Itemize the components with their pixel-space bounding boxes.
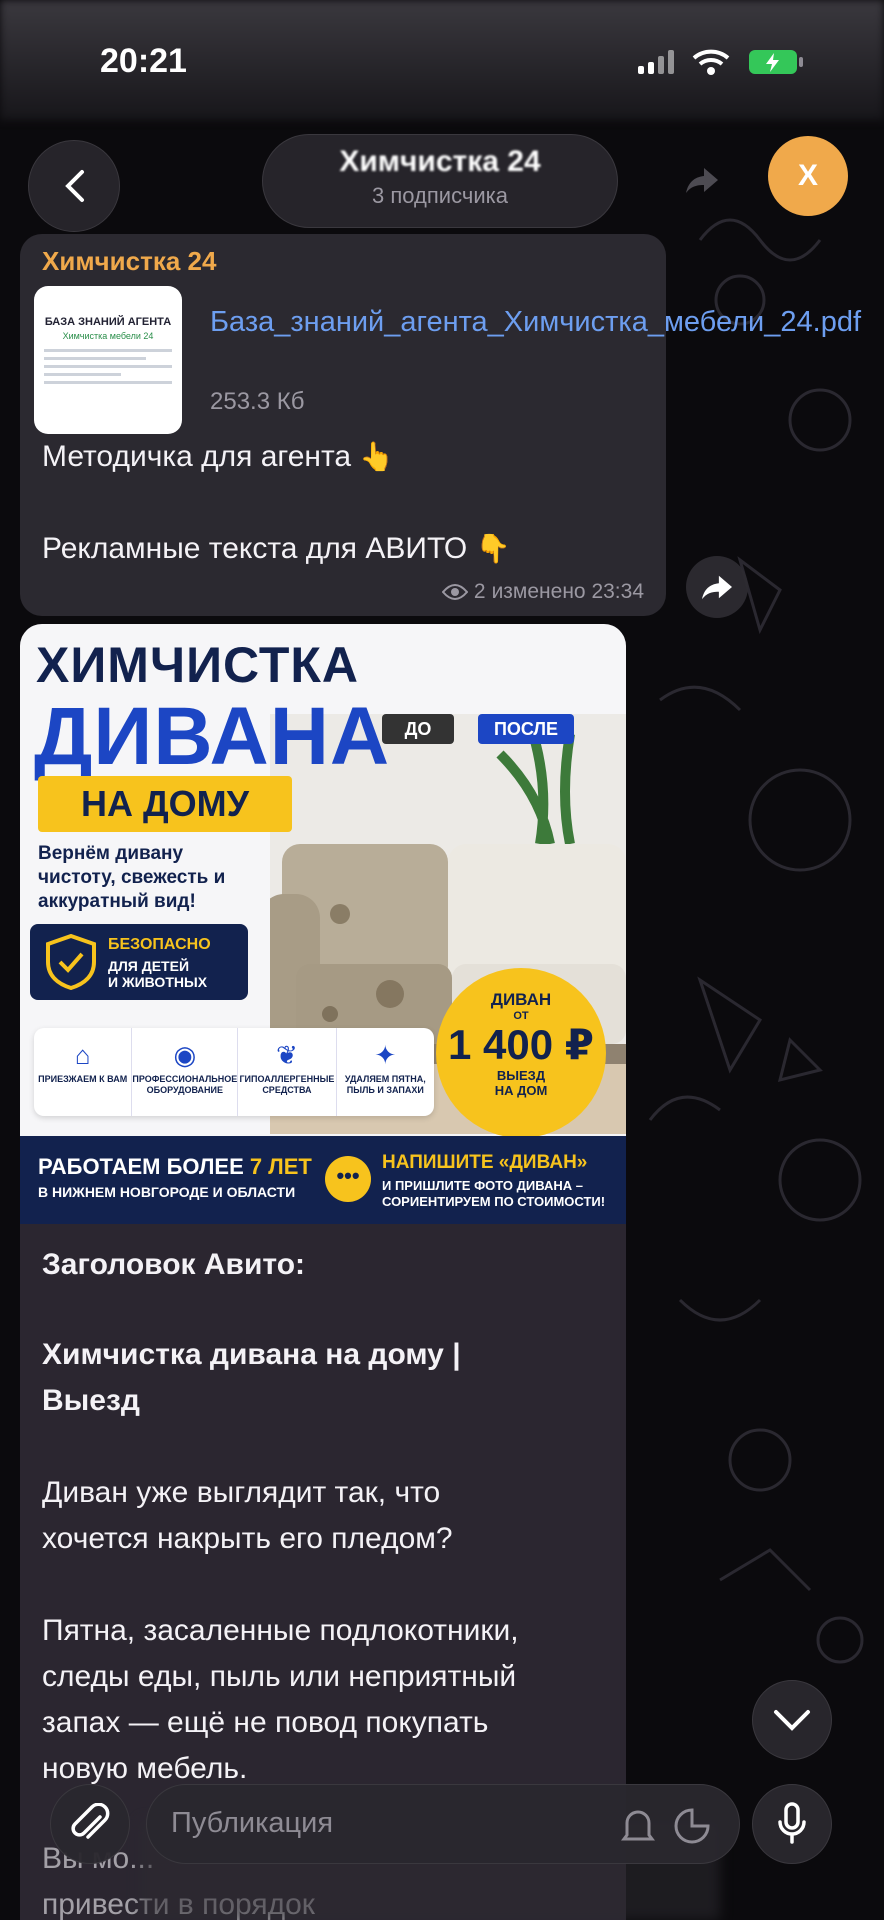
ad-heading: Заголовок Авито: xyxy=(42,1248,306,1281)
feature-label: УДАЛЯЕМ ПЯТНА, ПЫЛЬ И ЗАПАХИ xyxy=(344,1074,426,1095)
thumb-title: БАЗА ЗНАНИЙ АГЕНТА xyxy=(44,316,172,328)
chat-header: Химчистка 24 3 подписчика Х xyxy=(0,120,884,232)
file-size: 253.3 Кб xyxy=(210,388,305,415)
safe-line-2b: И ЖИВОТНЫХ xyxy=(108,974,208,990)
line-2-text: Рекламные текста для АВИТО xyxy=(42,532,468,565)
channel-avatar[interactable]: Х xyxy=(768,136,848,216)
footer-cta-note-1: И ПРИШЛИТЕ ФОТО ДИВАНА – xyxy=(382,1178,583,1193)
chevron-down-icon xyxy=(774,1710,810,1731)
edited-time: изменено 23:34 xyxy=(491,580,644,603)
safe-line-2a: ДЛЯ ДЕТЕЙ xyxy=(108,958,190,974)
message-meta: 2 изменено 23:34 xyxy=(441,580,644,604)
footer-cta: НАПИШИТЕ «ДИВАН» xyxy=(382,1152,588,1173)
eye-icon xyxy=(441,584,468,600)
ad-banner-image[interactable]: ХИМЧИСТКА ДИВАНА НА ДОМУ ДО ПОСЛЕ Вернём… xyxy=(20,624,626,1224)
pdf-thumbnail[interactable]: БАЗА ЗНАНИЙ АГЕНТА Химчистка мебели 24 xyxy=(34,286,182,434)
before-tag: ДО xyxy=(382,714,454,744)
footer-years: РАБОТАЕМ БОЛЕЕ 7 ЛЕТ xyxy=(38,1154,312,1180)
status-time: 20:21 xyxy=(100,42,187,80)
ad-paragraph-1-line-1: Диван уже выглядит так, что xyxy=(42,1476,441,1509)
chevron-left-icon xyxy=(65,170,84,202)
signal-icon xyxy=(638,50,674,74)
feature-label: ПРИЕЗЖАЕМ К ВАМ xyxy=(38,1074,128,1084)
banner-subtitle: Вернём дивану чистоту, свежесть и аккура… xyxy=(38,843,226,912)
bell-icon[interactable] xyxy=(621,1807,655,1845)
share-icon xyxy=(684,164,720,201)
back-button[interactable] xyxy=(28,140,120,232)
message-bubble-file: Химчистка 24 БАЗА ЗНАНИЙ АГЕНТА Химчистк… xyxy=(20,234,861,616)
forward-button[interactable] xyxy=(686,556,748,618)
battery-charging-icon xyxy=(749,50,803,74)
footer-region: В НИЖНЕМ НОВГОРОДЕ И ОБЛАСТИ xyxy=(38,1184,296,1200)
chat-bubble-icon: ••• xyxy=(325,1156,371,1202)
banner-badge: НА ДОМУ xyxy=(38,776,292,832)
home-icon: ⌂ xyxy=(74,1039,91,1070)
ad-paragraph-1-line-2: хочется накрыть его пледом? xyxy=(42,1522,453,1555)
banner-headline-2: ДИВАНА xyxy=(34,691,391,782)
footer-years-text: РАБОТАЕМ БОЛЕЕ xyxy=(38,1154,244,1179)
file-name-link[interactable]: База_знаний_агента_Химчистка_мебели_24.p… xyxy=(210,302,861,342)
feature-item: ⌂ ПРИЕЗЖАЕМ К ВАМ xyxy=(34,1028,133,1116)
voice-button[interactable] xyxy=(752,1784,832,1864)
message-line-1: Методичка для агента 👆 xyxy=(42,440,394,474)
feature-item: ◉ ПРОФЕССИОНАЛЬНОЕ ОБОРУДОВАНИЕ xyxy=(132,1028,239,1116)
ad-paragraph-2-line-3: запах — ещё не повод покупать xyxy=(42,1706,489,1739)
scroll-down-button[interactable] xyxy=(752,1680,832,1760)
vacuum-icon: ◉ xyxy=(173,1039,197,1070)
paperclip-icon xyxy=(71,1803,110,1839)
sticker-icon[interactable] xyxy=(673,1807,711,1845)
message-sender: Химчистка 24 xyxy=(42,246,217,276)
feature-label: ГИПОАЛЛЕРГЕННЫЕ СРЕДСТВА xyxy=(239,1074,335,1095)
sparkle-icon: ✦ xyxy=(374,1039,397,1070)
channel-title: Химчистка 24 xyxy=(339,145,541,178)
price-value: 1 400 ₽ xyxy=(448,1021,594,1068)
footer-cta-note-2: СОРИЕНТИРУЕМ ПО СТОИМОСТИ! xyxy=(382,1194,606,1209)
message-bubble-ad: ХИМЧИСТКА ДИВАНА НА ДОМУ ДО ПОСЛЕ Вернём… xyxy=(20,624,626,1920)
status-bar: 20:21 xyxy=(0,0,884,120)
safe-badge: БЕЗОПАСНО ДЛЯ ДЕТЕЙ И ЖИВОТНЫХ xyxy=(30,924,248,1000)
features-row: ⌂ ПРИЕЗЖАЕМ К ВАМ ◉ ПРОФЕССИОНАЛЬНОЕ ОБО… xyxy=(34,1028,434,1116)
microphone-icon xyxy=(778,1802,806,1844)
composer-bar: Публикация xyxy=(0,1760,884,1920)
wifi-icon xyxy=(692,49,730,75)
line-1-text: Методичка для агента xyxy=(42,440,352,473)
banner-footer: РАБОТАЕМ БОЛЕЕ 7 ЛЕТ В НИЖНЕМ НОВГОРОДЕ … xyxy=(20,1136,626,1224)
ad-paragraph-2-line-2: следы еды, пыль или неприятный xyxy=(42,1660,517,1693)
price-title: ДИВАН xyxy=(490,990,552,1009)
point-up-emoji: 👆 xyxy=(359,441,395,472)
after-tag: ПОСЛЕ xyxy=(478,714,574,744)
safe-line-1: БЕЗОПАСНО xyxy=(108,936,211,953)
price-note-1: ВЫЕЗД xyxy=(496,1068,546,1083)
footer-cta-note: И ПРИШЛИТЕ ФОТО ДИВАНА – СОРИЕНТИРУЕМ ПО… xyxy=(382,1178,605,1210)
shield-check-icon xyxy=(46,934,96,990)
message-line-2: Рекламные текста для АВИТО 👇 xyxy=(42,532,510,566)
ad-title-line-2: Выезд xyxy=(42,1384,140,1417)
share-arrow-icon xyxy=(702,575,732,600)
feature-label: ПРОФЕССИОНАЛЬНОЕ ОБОРУДОВАНИЕ xyxy=(132,1074,238,1095)
price-circle: ДИВАН ОТ 1 400 ₽ ВЫЕЗД НА ДОМ xyxy=(436,968,606,1138)
input-placeholder: Публикация xyxy=(171,1807,334,1839)
banner-headline-1: ХИМЧИСТКА xyxy=(36,637,360,693)
footer-years-highlight: 7 ЛЕТ xyxy=(249,1154,312,1179)
channel-title-pill[interactable]: Химчистка 24 3 подписчика xyxy=(262,134,618,228)
feature-item: ❦ ГИПОАЛЛЕРГЕННЫЕ СРЕДСТВА xyxy=(238,1028,337,1116)
message-input[interactable]: Публикация xyxy=(146,1784,740,1864)
price-note-2: НА ДОМ xyxy=(494,1083,548,1098)
view-count: 2 xyxy=(473,580,486,603)
attach-button[interactable] xyxy=(50,1784,130,1864)
thumb-subtitle: Химчистка мебели 24 xyxy=(62,331,154,341)
ad-title-line-1: Химчистка дивана на дому | xyxy=(42,1338,461,1371)
leaf-icon: ❦ xyxy=(276,1039,298,1070)
subscriber-count: 3 подписчика xyxy=(372,183,508,208)
ad-paragraph-2-line-1: Пятна, засаленные подлокотники, xyxy=(42,1614,519,1647)
feature-item: ✦ УДАЛЯЕМ ПЯТНА, ПЫЛЬ И ЗАПАХИ xyxy=(337,1028,434,1116)
safe-line-2: ДЛЯ ДЕТЕЙ И ЖИВОТНЫХ xyxy=(108,958,207,990)
point-down-emoji: 👇 xyxy=(475,533,511,564)
